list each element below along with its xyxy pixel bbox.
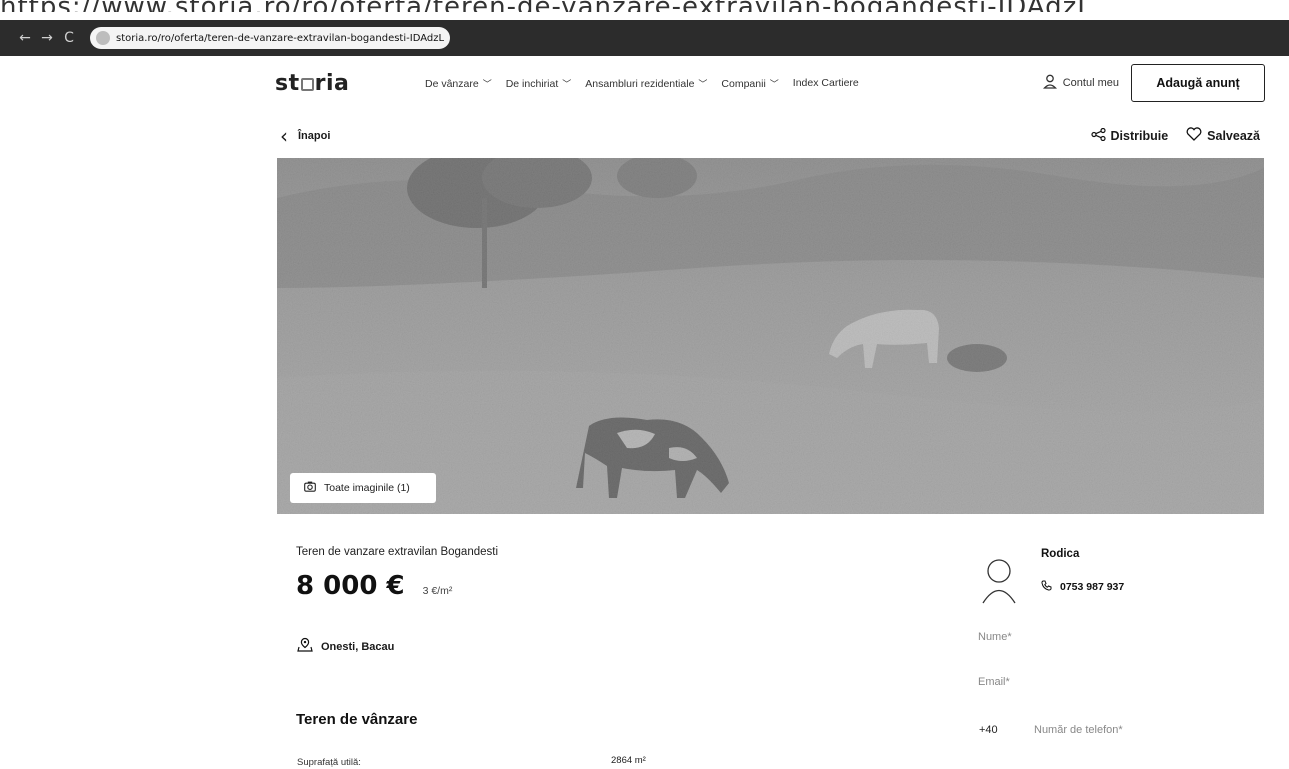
address-bar[interactable]: storia.ro/ro/oferta/teren-de-vanzare-ext… <box>90 27 450 49</box>
detail-label-area: Suprafață utilă: <box>297 757 361 768</box>
field-with-cows-image <box>277 158 1264 514</box>
all-images-label: Toate imaginile (1) <box>324 482 410 494</box>
save-button[interactable]: Salvează <box>1186 127 1260 145</box>
chevron-down-icon: ﹀ <box>562 78 572 89</box>
chevron-down-icon: ﹀ <box>482 78 492 89</box>
logo-text-left: st <box>275 70 300 96</box>
logo-mark-icon <box>300 77 314 91</box>
storia-logo[interactable]: st ria <box>275 71 425 96</box>
listing-location[interactable]: Onesti, Bacau <box>297 637 394 656</box>
chevron-left-icon: ‹ <box>280 124 288 148</box>
address-url[interactable]: storia.ro/ro/oferta/teren-de-vanzare-ext… <box>116 33 444 44</box>
location-pin-icon <box>297 637 313 656</box>
heart-icon <box>1186 127 1202 145</box>
location-label: Onesti, Bacau <box>321 640 395 653</box>
share-button[interactable]: Distribuie <box>1090 127 1169 145</box>
agent-avatar-icon <box>982 558 1016 604</box>
main-menu: De vânzare ﹀ De inchiriat ﹀ Ansambluri rez… <box>425 77 859 90</box>
account-label: Contul meu <box>1062 77 1119 89</box>
chevron-down-icon: ﹀ <box>698 78 708 89</box>
back-link[interactable]: ‹ Înapoi <box>280 124 330 148</box>
back-label: Înapoi <box>298 130 331 142</box>
listing-subbar: ‹ Înapoi Distribuie Salvează <box>280 124 1260 148</box>
price-row: 8 000 € 3 €/m² <box>296 571 452 601</box>
camera-icon <box>304 481 316 495</box>
contact-phone-input[interactable] <box>1034 717 1260 743</box>
menu-companii[interactable]: Companii ﹀ <box>721 77 778 90</box>
menu-label: De vânzare <box>425 77 479 90</box>
menu-de-vanzare[interactable]: De vânzare ﹀ <box>425 77 492 90</box>
contact-email-input[interactable] <box>978 669 1258 695</box>
listing-title: Teren de vanzare extravilan Bogandesti <box>296 546 499 558</box>
listing-price: 8 000 € <box>296 571 405 601</box>
page-url-scan-fragment: https://www.storia.ro/ro/oferta/teren-de… <box>0 0 1289 12</box>
menu-index-cartiere[interactable]: Index Cartiere <box>793 77 859 89</box>
detail-value-area: 2864 m² <box>611 755 646 766</box>
add-listing-button[interactable]: Adaugă anunț <box>1131 64 1265 102</box>
menu-label: Index Cartiere <box>792 77 859 89</box>
menu-ansambluri-rezidentiale[interactable]: Ansambluri rezidentiale ﹀ <box>585 77 707 90</box>
phone-icon <box>1041 580 1052 594</box>
agent-phone-number: 0753 987 937 <box>1060 581 1125 593</box>
all-images-button[interactable]: Toate imaginile (1) <box>290 473 436 503</box>
browser-reload-button[interactable]: C <box>58 30 80 46</box>
save-label: Salvează <box>1207 129 1260 143</box>
listing-main-photo[interactable] <box>277 158 1264 514</box>
site-header: st ria De vânzare ﹀ De inchiriat ﹀ Ansamblu… <box>275 62 1265 104</box>
user-icon <box>1042 74 1057 93</box>
logo-text-right: ria <box>314 70 350 96</box>
section-title: Teren de vânzare <box>296 711 418 728</box>
agent-phone-link[interactable]: 0753 987 937 <box>1041 580 1124 594</box>
share-icon <box>1090 127 1106 145</box>
page-url-text: https://www.storia.ro/ro/oferta/teren-de… <box>0 0 1093 12</box>
contact-name-input[interactable] <box>978 624 1258 650</box>
menu-label: Companii <box>721 77 766 90</box>
price-per-m2: 3 €/m² <box>422 585 453 597</box>
menu-label: Ansambluri rezidentiale <box>585 77 695 90</box>
listing-actions: Distribuie Salvează <box>1090 127 1260 145</box>
share-label: Distribuie <box>1110 129 1169 143</box>
chevron-down-icon: ﹀ <box>769 78 779 89</box>
browser-forward-button[interactable]: → <box>36 30 58 46</box>
browser-back-button[interactable]: ← <box>14 30 36 46</box>
account-link[interactable]: Contul meu <box>1042 74 1119 93</box>
phone-prefix-select[interactable]: +40 <box>979 724 998 736</box>
browser-toolbar: ← → C storia.ro/ro/oferta/teren-de-vanza… <box>0 20 1289 56</box>
menu-label: De inchiriat <box>505 77 559 90</box>
site-info-icon[interactable] <box>96 31 110 45</box>
agent-name: Rodica <box>1041 548 1080 560</box>
menu-de-inchiriat[interactable]: De inchiriat ﹀ <box>506 77 572 90</box>
